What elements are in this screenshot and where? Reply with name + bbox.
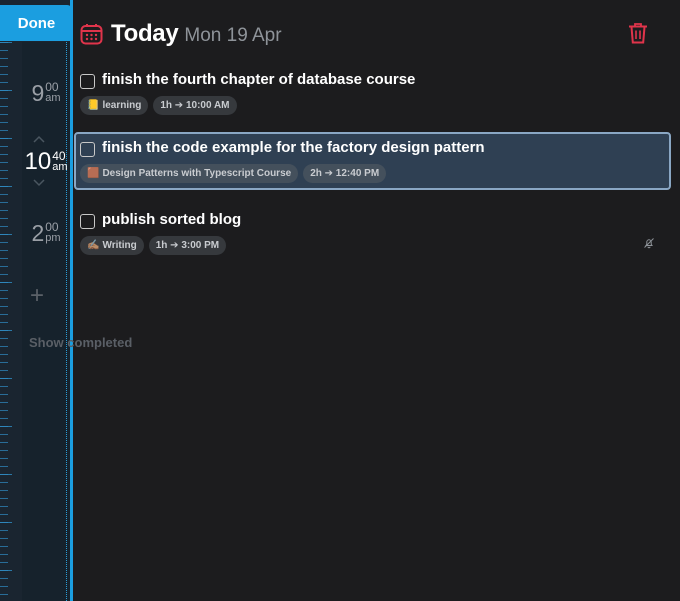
trash-icon[interactable] <box>628 22 648 44</box>
time-ampm: pm <box>45 232 61 244</box>
task-checkbox[interactable] <box>80 214 95 229</box>
project-tag[interactable]: ✍🏽 Writing <box>80 236 144 255</box>
time-minutes: 40 <box>52 149 66 163</box>
duration-tag[interactable]: 1h ➔ 10:00 AM <box>153 96 237 115</box>
project-tag[interactable]: 📒 learning <box>80 96 149 115</box>
project-tag[interactable]: 🟫 Design Patterns with Typescript Course <box>80 164 299 183</box>
task-tags: 🟫 Design Patterns with Typescript Course… <box>80 164 387 183</box>
add-task-icon[interactable]: + <box>26 284 48 308</box>
calendar-icon <box>80 24 103 45</box>
time-ampm: am <box>45 92 61 104</box>
task-tags: 📒 learning 1h ➔ 10:00 AM <box>80 96 237 115</box>
done-button[interactable]: Done <box>0 5 73 41</box>
time-minutes: 00 <box>45 80 59 94</box>
duration-tag[interactable]: 2h ➔ 12:40 PM <box>303 164 387 183</box>
task-title: finish the code example for the factory … <box>102 139 485 156</box>
task-row[interactable]: finish the fourth chapter of database co… <box>74 64 671 122</box>
time-rail: Done 9 00 am 10 40 am 2 00 pm + <box>0 0 73 601</box>
time-slot-2pm[interactable]: 2 00 pm <box>22 220 70 246</box>
time-ruler-major-ticks <box>0 42 12 601</box>
time-hour: 10 <box>24 148 52 175</box>
time-ampm: am <box>52 161 68 173</box>
bell-off-icon[interactable] <box>643 237 655 249</box>
time-hour: 9 <box>31 80 45 106</box>
task-checkbox[interactable] <box>80 142 95 157</box>
notebook-icon: 📒 <box>87 100 100 111</box>
page-header: Today Mon 19 Apr <box>80 18 650 50</box>
time-rail-guide <box>66 42 67 601</box>
project-tag-label: Writing <box>102 240 137 251</box>
page-date: Mon 19 Apr <box>184 24 282 46</box>
writing-hand-icon: ✍🏽 <box>87 240 100 251</box>
time-rail-edge <box>70 0 73 601</box>
chevron-up-icon[interactable] <box>33 135 45 143</box>
project-tag-label: learning <box>102 100 142 111</box>
brown-square-icon: 🟫 <box>87 168 100 179</box>
chevron-down-icon[interactable] <box>33 179 45 187</box>
task-row[interactable]: publish sorted blog ✍🏽 Writing 1h ➔ 3:00… <box>74 204 671 262</box>
time-slot-10-40am[interactable]: 10 40 am <box>22 149 70 175</box>
time-minutes: 00 <box>45 220 59 234</box>
task-title: finish the fourth chapter of database co… <box>102 71 416 88</box>
task-title: publish sorted blog <box>102 211 242 228</box>
show-completed-link[interactable]: Show completed <box>29 335 132 350</box>
page-title: Today <box>111 20 179 47</box>
duration-tag[interactable]: 1h ➔ 3:00 PM <box>148 236 227 255</box>
time-slot-9am[interactable]: 9 00 am <box>22 80 70 106</box>
task-tags: ✍🏽 Writing 1h ➔ 3:00 PM <box>80 236 227 255</box>
task-checkbox[interactable] <box>80 74 95 89</box>
project-tag-label: Design Patterns with Typescript Course <box>102 168 292 179</box>
time-hour: 2 <box>31 220 45 246</box>
task-row-selected[interactable]: finish the code example for the factory … <box>74 132 671 190</box>
time-rail-track <box>22 42 70 601</box>
